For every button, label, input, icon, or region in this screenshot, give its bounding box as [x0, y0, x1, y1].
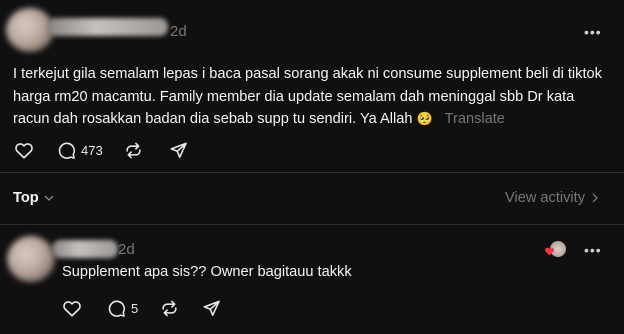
reply-timestamp: 2d — [118, 241, 135, 258]
reply-author-name[interactable] — [52, 240, 118, 258]
reply-more-button[interactable]: ••• — [584, 242, 602, 258]
heart-icon — [545, 247, 554, 256]
post-more-button[interactable]: ••• — [584, 24, 602, 40]
send-icon — [170, 142, 187, 159]
reply-repost-button[interactable] — [160, 299, 179, 318]
reply-like-button[interactable] — [62, 299, 82, 317]
send-icon — [203, 300, 220, 317]
crying-face-emoji: 🥺 — [416, 111, 433, 126]
view-activity-link[interactable]: View activity — [505, 190, 598, 206]
view-activity-label: View activity — [505, 190, 586, 206]
post-share-button[interactable] — [169, 141, 188, 160]
reply-text: Supplement apa sis?? Owner bagitauu takk… — [62, 264, 352, 280]
more-horizontal-icon: ••• — [584, 242, 602, 258]
reply-reply-count: 5 — [131, 301, 139, 316]
heart-icon — [15, 143, 33, 159]
post-author-avatar[interactable] — [6, 8, 54, 52]
chevron-down-icon — [44, 195, 54, 201]
chevron-right-icon — [592, 193, 598, 203]
repost-icon — [126, 142, 141, 159]
speech-bubble-icon — [108, 300, 125, 317]
post-repost-button[interactable] — [124, 141, 143, 160]
post-reply-count: 473 — [81, 143, 103, 158]
repost-icon — [162, 300, 177, 317]
divider — [0, 172, 624, 173]
sort-dropdown[interactable]: Top — [13, 190, 54, 206]
more-horizontal-icon: ••• — [584, 24, 602, 40]
reply-share-button[interactable] — [202, 299, 221, 318]
translate-link[interactable]: Translate — [445, 111, 505, 127]
liked-by-author-badge[interactable] — [544, 241, 568, 259]
speech-bubble-icon — [58, 142, 75, 159]
reply-comment-button[interactable]: 5 — [107, 299, 138, 318]
post-body: I terkejut gila semalam lepas i baca pas… — [13, 63, 613, 131]
post-comment-button[interactable]: 473 — [57, 141, 103, 160]
reply-author-avatar[interactable] — [7, 236, 55, 282]
post-like-button[interactable] — [14, 141, 34, 159]
post-text: I terkejut gila semalam lepas i baca pas… — [13, 66, 602, 127]
heart-icon — [63, 301, 81, 317]
divider — [0, 224, 624, 225]
post-timestamp: 2d — [170, 23, 187, 40]
post-author-name[interactable] — [48, 18, 168, 36]
sort-label: Top — [13, 190, 39, 206]
